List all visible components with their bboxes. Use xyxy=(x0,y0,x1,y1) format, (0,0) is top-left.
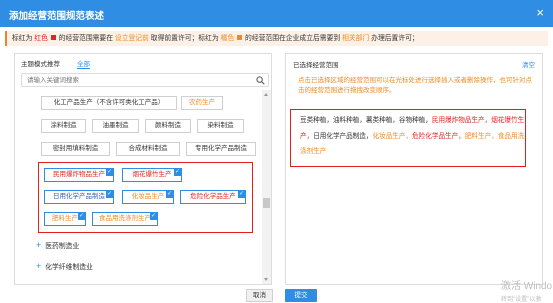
cancel-button[interactable]: 取消 xyxy=(246,289,273,302)
annotation-box-selected-text xyxy=(290,109,526,167)
scope-chip[interactable]: 油墨制造 xyxy=(92,119,139,133)
notice-text-3: 取得前置许可；标红为 xyxy=(150,35,219,42)
scope-chip[interactable]: 染料制造 xyxy=(197,119,244,133)
dialog-title: 添加经营范围规范表述 xyxy=(9,11,105,22)
scope-tree: 化工产品生产（不含许可类化工产品） 农药生产 涂料制造 油墨制造 颜料制造 染料… xyxy=(16,90,260,284)
notice-link-before-registration[interactable]: 设立登记前 xyxy=(115,35,149,42)
selected-panel-title: 已选择经营范围 xyxy=(293,62,339,69)
search-input[interactable] xyxy=(27,75,247,86)
plus-icon[interactable]: + xyxy=(36,240,41,250)
category-label: 医药制造业 xyxy=(45,243,80,250)
category-row[interactable]: + 化学纤维制造业 xyxy=(36,261,93,271)
notice-orange-word: 橘色 xyxy=(220,35,235,42)
scrollbar-thumb[interactable] xyxy=(263,198,270,208)
scrollbar[interactable] xyxy=(262,90,271,284)
windows-activation-watermark: 激活 Windo 转到"设置"以激 xyxy=(501,277,552,303)
watermark-line-2: 转到"设置"以激 xyxy=(501,297,542,303)
scope-chip[interactable]: 涂料制造 xyxy=(41,119,86,133)
category-label: 化学纤维制造业 xyxy=(45,264,93,271)
dialog-titlebar: 添加经营范围规范表述 × xyxy=(0,0,553,27)
close-icon[interactable]: × xyxy=(536,6,544,19)
clear-link[interactable]: 清空 xyxy=(522,59,535,69)
submit-button[interactable]: 提交 xyxy=(285,289,317,302)
notice-red-word: 红色 xyxy=(34,35,48,42)
scope-chip[interactable]: 农药生产 xyxy=(181,96,223,110)
search-box xyxy=(21,73,269,87)
tab-bar: 主题模式推荐 全部 xyxy=(15,54,271,69)
watermark-line-1: 激活 Windo xyxy=(501,281,553,292)
notice-link-departments[interactable]: 相关部门 xyxy=(342,35,369,42)
scope-chip[interactable]: 化工产品生产（不含许可类化工产品） xyxy=(41,96,177,110)
notice-bar: 标红为 红色 的经营范围需要在 设立登记前 取得前置许可；标红为 橘色 的经营范… xyxy=(5,31,548,46)
selected-scope-panel: 已选择经营范围 清空 点击已选择区域的经营范围可以在光标处进行选择插入或者删除操… xyxy=(285,53,543,285)
scope-chip[interactable]: 合成材料制造 xyxy=(116,142,180,156)
annotation-box-selected-chips xyxy=(38,162,253,233)
notice-text-5: 办理后置许可； xyxy=(371,35,419,42)
scope-chip[interactable]: 专用化学产品制造 xyxy=(186,142,256,156)
plus-icon[interactable]: + xyxy=(36,261,41,271)
category-row[interactable]: + 医药制造业 xyxy=(36,240,79,250)
scope-picker-panel: 主题模式推荐 全部 化工产品生产（不含许可类化工产品） 农药生产 涂料制造 油墨… xyxy=(14,53,272,285)
tab-theme-recommend[interactable]: 主题模式推荐 xyxy=(21,58,60,68)
selected-panel-hint: 点击已选择区域的经营范围可以在光标处进行选择插入或者删除操作，也可针对点击的经营… xyxy=(298,77,532,94)
tab-all[interactable]: 全部 xyxy=(77,58,90,69)
scope-chip[interactable]: 密封用填料制造 xyxy=(41,142,110,156)
scroll-up-icon[interactable] xyxy=(264,93,268,96)
notice-text-1: 标红为 xyxy=(12,35,33,42)
scroll-down-icon[interactable] xyxy=(264,278,268,281)
notice-text-4: 的经营范围在企业成立后需要到 xyxy=(245,35,341,42)
search-icon[interactable] xyxy=(256,76,265,85)
orange-swatch-icon xyxy=(237,35,243,40)
scope-chip[interactable]: 颜料制造 xyxy=(145,119,191,133)
red-swatch-icon xyxy=(50,35,56,40)
notice-text-2: 的经营范围需要在 xyxy=(58,35,114,42)
